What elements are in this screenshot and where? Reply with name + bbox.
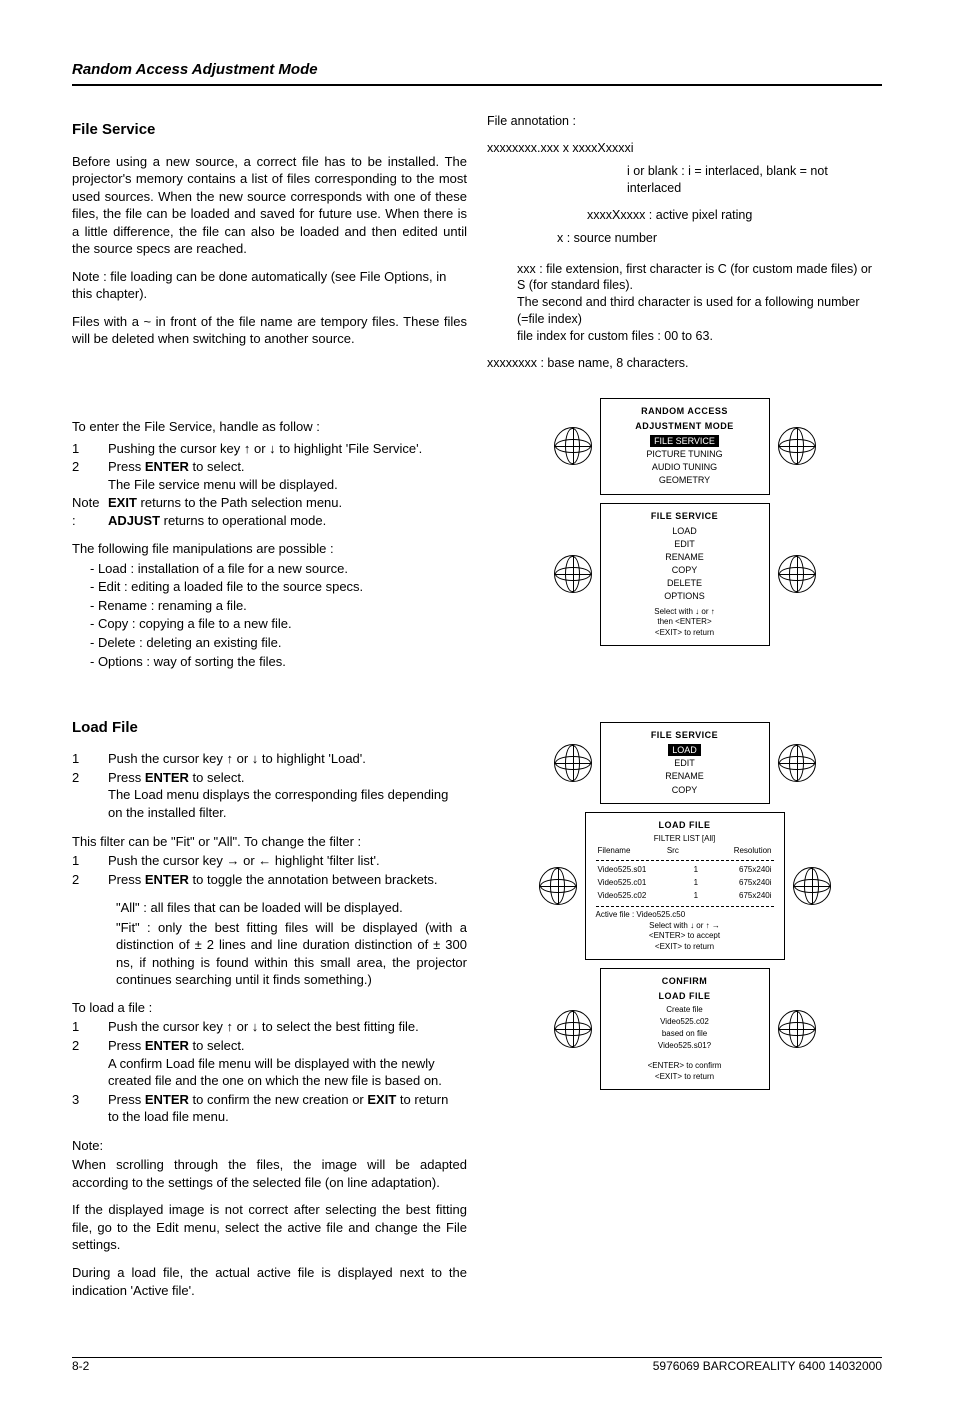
list-item: - Rename : renaming a file. [90,597,467,615]
notes-p3: During a load file, the actual active fi… [72,1264,467,1299]
section-file-service-title: File Service [72,120,467,140]
step-text: Push the cursor key ↑ or ↓ to highlight … [108,750,467,769]
step-text: Push the cursor key ↑ or ↓ to select the… [108,1018,467,1037]
manip-title: The following file manipulations are pos… [72,540,467,558]
fs-enter-steps: 1 Pushing the cursor key ↑ or ↓ to highl… [72,440,430,531]
osd-random-access: RANDOM ACCESS ADJUSTMENT MODE FILE SERVI… [600,398,770,495]
step-text: Press ENTER to toggle the annotation bet… [108,871,446,890]
osd-file-service: FILE SERVICE LOAD EDIT RENAME COPY DELET… [600,503,770,646]
notes-label: Note: [72,1137,467,1155]
toload-steps: 1 Push the cursor key ↑ or ↓ to select t… [72,1018,467,1126]
notes-p2: If the displayed image is not correct af… [72,1201,467,1254]
step-text: Pushing the cursor key ↑ or ↓ to highlig… [108,440,430,459]
osd-file-service-load: FILE SERVICE LOAD EDIT RENAME COPY [600,722,770,804]
globe-icon [554,427,592,465]
globe-icon [554,1010,592,1048]
step-num: 2 [72,769,108,823]
fs-note-autoload: Note : file loading can be done automati… [72,268,467,303]
note-label: Note : [72,494,108,530]
section-load-file-title: Load File [72,718,467,738]
list-item: - Copy : copying a file to a new file. [90,615,467,633]
list-item: - Delete : deleting an existing file. [90,634,467,652]
globe-icon [778,555,816,593]
toload-title: To load a file : [72,999,467,1017]
annotation-label: File annotation : [487,113,882,130]
annotation-source-number: x : source number [557,230,882,247]
globe-icon [778,1010,816,1048]
globe-icon [554,555,592,593]
list-item: - Edit : editing a loaded file to the so… [90,578,467,596]
globe-icon [778,744,816,782]
step-text: Push the cursor key → or ← highlight 'fi… [108,852,446,871]
note-text: EXIT returns to the Path selection menu.… [108,494,430,530]
manip-list: - Load : installation of a file for a ne… [90,560,467,670]
step-num: 1 [72,1018,108,1037]
step-num: 2 [72,871,108,890]
annotation-extension-3: file index for custom files : 00 to 63. [517,328,882,345]
globe-icon [539,867,577,905]
fs-intro: Before using a new source, a correct fil… [72,153,467,258]
filter-steps: 1 Push the cursor key → or ← highlight '… [72,852,446,889]
load-steps-1: 1 Push the cursor key ↑ or ↓ to highligh… [72,750,467,822]
osd-load-file: LOAD FILE FILTER LIST [All] FilenameSrcR… [585,812,785,960]
osd-confirm-load: CONFIRM LOAD FILE Create file Video525.c… [600,968,770,1090]
globe-icon [778,427,816,465]
chapter-title: Random Access Adjustment Mode [72,61,318,78]
step-num: 1 [72,440,108,459]
filter-intro: This filter can be "Fit" or "All". To ch… [72,833,467,851]
step-text: Press ENTER to select. A confirm Load fi… [108,1037,467,1091]
file-annotation: File annotation : xxxxxxxx.xxx x xxxxXxx… [487,113,882,372]
list-item: - Options : way of sorting the files. [90,653,467,671]
step-text: Press ENTER to select. The File service … [108,458,430,494]
notes-p1: When scrolling through the files, the im… [72,1156,467,1191]
globe-icon [554,744,592,782]
annotation-extension-1: xxx : file extension, first character is… [517,261,882,295]
annotation-extension-2: The second and third character is used f… [517,294,882,328]
annotation-basename: xxxxxxxx : base name, 8 characters. [487,355,882,372]
list-item: - Load : installation of a file for a ne… [90,560,467,578]
step-num: 2 [72,1037,108,1091]
annotation-pattern: xxxxxxxx.xxx x xxxxXxxxxi [487,140,882,157]
doc-id: 5976069 BARCOREALITY 6400 14032000 [653,1358,882,1374]
step-text: Press ENTER to confirm the new creation … [108,1091,467,1127]
step-num: 1 [72,852,108,871]
globe-icon [793,867,831,905]
step-num: 3 [72,1091,108,1127]
fs-enter-title: To enter the File Service, handle as fol… [72,418,467,436]
page-footer: 8-2 5976069 BARCOREALITY 6400 14032000 [72,1357,882,1374]
annotation-pixel-rating: xxxxXxxxx : active pixel rating [587,207,882,224]
fs-note-tempfiles: Files with a ~ in front of the file name… [72,313,467,348]
step-num: 2 [72,458,108,494]
filter-all-desc: "All" : all files that can be loaded wil… [116,899,467,917]
filter-fit-desc: "Fit" : only the best fitting files will… [116,919,467,989]
step-num: 1 [72,750,108,769]
step-text: Press ENTER to select. The Load menu dis… [108,769,467,823]
page-number: 8-2 [72,1358,89,1374]
annotation-interlaced: i or blank : i = interlaced, blank = not… [627,163,882,197]
